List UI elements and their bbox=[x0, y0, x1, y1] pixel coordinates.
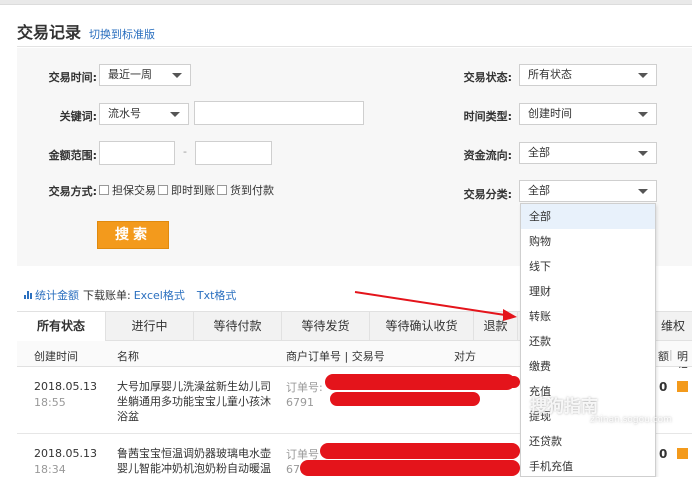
amount-range-label: 金额范围: bbox=[48, 149, 97, 162]
fund-flow-select[interactable]: 全部 bbox=[519, 142, 657, 164]
method-escrow-checkbox[interactable]: 担保交易 bbox=[99, 182, 156, 198]
chevron-down-icon bbox=[638, 112, 648, 117]
dropdown-item-offline[interactable]: 线下 bbox=[521, 254, 655, 279]
dropdown-item-repayment[interactable]: 还款 bbox=[521, 329, 655, 354]
dropdown-item-all[interactable]: 全部 bbox=[521, 204, 655, 229]
chevron-down-icon bbox=[638, 189, 648, 194]
row-date: 2018.05.13 bbox=[34, 380, 97, 393]
trade-time-label: 交易时间: bbox=[48, 71, 97, 84]
keyword-label: 关键词: bbox=[59, 110, 97, 123]
time-type-value: 创建时间 bbox=[528, 107, 572, 120]
order-prefix: 订单号: bbox=[286, 381, 323, 394]
dropdown-item-shopping[interactable]: 购物 bbox=[521, 229, 655, 254]
method-escrow-label: 担保交易 bbox=[112, 184, 156, 197]
method-cod-label: 货到付款 bbox=[230, 184, 274, 197]
fund-flow-label: 资金流向: bbox=[463, 149, 512, 162]
trade-time-value: 最近一周 bbox=[108, 68, 152, 81]
stats-row: 统计金额 下载账单: Excel格式 Txt格式 bbox=[24, 287, 236, 303]
col-name: 名称 bbox=[117, 350, 139, 363]
bar-chart-icon bbox=[24, 291, 33, 299]
redaction-mark bbox=[440, 376, 520, 388]
method-cod-checkbox[interactable]: 货到付款 bbox=[217, 182, 274, 198]
checkbox-icon bbox=[158, 185, 168, 195]
title-divider bbox=[17, 46, 692, 47]
dropdown-item-finance[interactable]: 理财 bbox=[521, 279, 655, 304]
trade-time-select[interactable]: 最近一周 bbox=[99, 64, 191, 86]
chevron-down-icon bbox=[172, 73, 182, 78]
fund-flow-value: 全部 bbox=[528, 146, 550, 159]
col-separator: | bbox=[669, 348, 673, 361]
dropdown-item-transfer[interactable]: 转账 bbox=[521, 304, 655, 329]
watermark: 搜狗指南 bbox=[530, 397, 598, 417]
redaction-mark bbox=[320, 443, 520, 459]
trade-status-value: 所有状态 bbox=[528, 68, 572, 81]
tab-in-progress[interactable]: 进行中 bbox=[106, 312, 194, 341]
category-value: 全部 bbox=[528, 184, 550, 197]
amount-dash: - bbox=[183, 145, 187, 158]
trade-status-select[interactable]: 所有状态 bbox=[519, 64, 657, 86]
tab-awaiting-payment[interactable]: 等待付款 bbox=[194, 312, 282, 341]
row-time: 18:34 bbox=[34, 463, 66, 476]
tab-dispute[interactable]: 维权 bbox=[653, 312, 692, 341]
row-order: 订单号: 6791 bbox=[286, 380, 323, 410]
detail-toggle-icon[interactable] bbox=[677, 381, 688, 392]
col-amount: 额 bbox=[658, 350, 669, 363]
col-created: 创建时间 bbox=[34, 350, 78, 363]
tab-all[interactable]: 所有状态 bbox=[17, 312, 106, 342]
amount-max-input[interactable] bbox=[195, 141, 272, 165]
page-header: 交易记录 切换到标准版 bbox=[17, 19, 155, 43]
row-amount: 0 bbox=[659, 447, 668, 461]
dropdown-item-loan-repay[interactable]: 还贷款 bbox=[521, 429, 655, 454]
category-dropdown-menu: 全部 购物 线下 理财 转账 还款 缴费 充值 提现 还贷款 手机充值 bbox=[520, 203, 656, 477]
order-line2: 6791 bbox=[286, 396, 314, 409]
dropdown-item-bills[interactable]: 缴费 bbox=[521, 354, 655, 379]
row-name[interactable]: 大号加厚婴儿洗澡盆新生幼儿司坐躺通用多功能宝宝儿童小孩沐浴盆 bbox=[117, 379, 277, 424]
method-instant-checkbox[interactable]: 即时到账 bbox=[158, 182, 215, 198]
keyword-input[interactable] bbox=[194, 101, 364, 125]
checkbox-icon bbox=[99, 185, 109, 195]
txt-download-link[interactable]: Txt格式 bbox=[197, 287, 237, 303]
time-type-label: 时间类型: bbox=[463, 110, 512, 123]
watermark-sub: zhinan.sogou.com bbox=[590, 415, 672, 425]
row-name[interactable]: 鲁茜宝宝恒温调奶器玻璃电水壶婴儿智能冲奶机泡奶粉自动暖温 bbox=[117, 446, 277, 476]
category-select[interactable]: 全部 bbox=[519, 180, 657, 202]
stats-amount-link[interactable]: 统计金额 bbox=[35, 287, 79, 303]
detail-toggle-icon[interactable] bbox=[677, 448, 688, 459]
search-button[interactable]: 搜索 bbox=[97, 221, 169, 249]
row-amount: 0 bbox=[659, 380, 668, 394]
row-time: 18:55 bbox=[34, 396, 66, 409]
keyword-type-select[interactable]: 流水号 bbox=[99, 103, 189, 125]
trade-method-label: 交易方式: bbox=[48, 185, 97, 198]
chevron-down-icon bbox=[170, 112, 180, 117]
chevron-down-icon bbox=[638, 151, 648, 156]
trade-status-label: 交易状态: bbox=[463, 71, 512, 84]
top-bar bbox=[0, 0, 692, 5]
chevron-down-icon bbox=[638, 73, 648, 78]
dropdown-item-mobile-topup[interactable]: 手机充值 bbox=[521, 454, 655, 477]
tab-refund[interactable]: 退款 bbox=[474, 312, 518, 341]
redaction-mark bbox=[300, 460, 520, 476]
keyword-type-value: 流水号 bbox=[108, 107, 141, 120]
row-date: 2018.05.13 bbox=[34, 447, 97, 460]
switch-standard-link[interactable]: 切换到标准版 bbox=[89, 26, 155, 42]
redaction-mark bbox=[330, 392, 480, 406]
time-type-select[interactable]: 创建时间 bbox=[519, 103, 657, 125]
checkbox-icon bbox=[217, 185, 227, 195]
amount-min-input[interactable] bbox=[99, 141, 175, 165]
page-title: 交易记录 bbox=[17, 23, 82, 42]
col-order: 商户订单号 | 交易号 bbox=[286, 350, 385, 363]
download-label: 下载账单: bbox=[83, 289, 131, 302]
tab-awaiting-confirm[interactable]: 等待确认收货 bbox=[370, 312, 474, 341]
excel-download-link[interactable]: Excel格式 bbox=[134, 287, 185, 303]
tab-awaiting-shipment[interactable]: 等待发货 bbox=[282, 312, 370, 341]
category-label: 交易分类: bbox=[463, 188, 512, 201]
method-instant-label: 即时到账 bbox=[171, 184, 215, 197]
col-counterparty: 对方 bbox=[454, 350, 476, 363]
